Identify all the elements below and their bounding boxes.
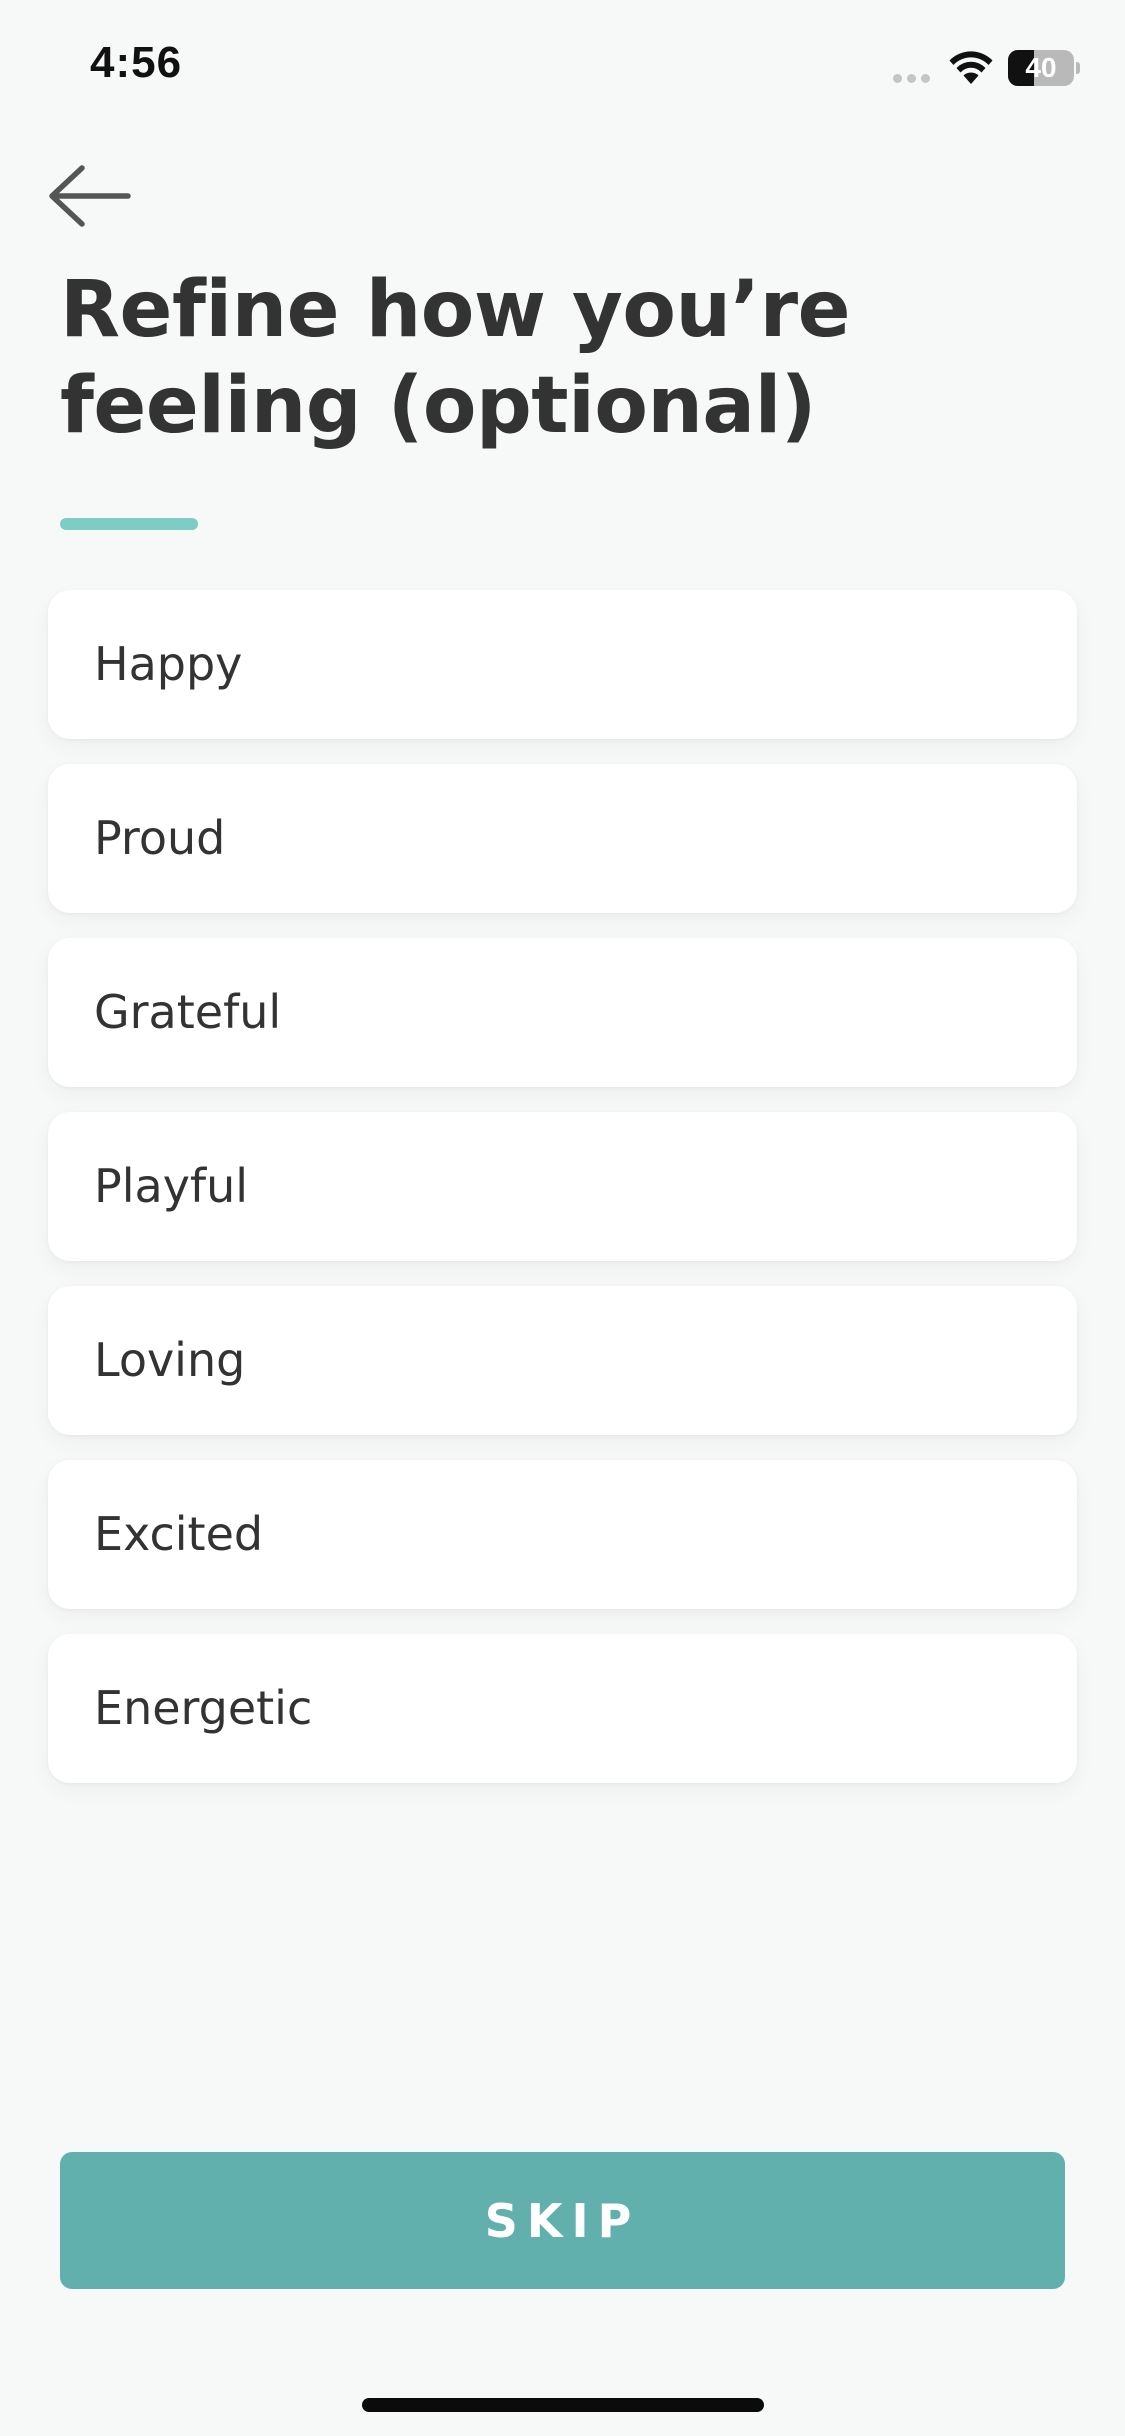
- feeling-options-list: Happy Proud Grateful Playful Loving Exci…: [48, 590, 1077, 1808]
- battery-level: 40: [1025, 52, 1057, 83]
- feeling-option-loving[interactable]: Loving: [48, 1286, 1077, 1435]
- battery-icon: 40: [1008, 50, 1080, 86]
- feeling-option-energetic[interactable]: Energetic: [48, 1634, 1077, 1783]
- skip-button[interactable]: SKIP: [60, 2152, 1065, 2289]
- feeling-option-label: Excited: [94, 1507, 264, 1561]
- feeling-option-label: Happy: [94, 637, 243, 691]
- feeling-option-label: Grateful: [94, 985, 282, 1039]
- feeling-option-happy[interactable]: Happy: [48, 590, 1077, 739]
- feeling-option-playful[interactable]: Playful: [48, 1112, 1077, 1261]
- feeling-option-excited[interactable]: Excited: [48, 1460, 1077, 1609]
- feeling-option-label: Loving: [94, 1333, 246, 1387]
- signal-dots-icon: [893, 74, 933, 84]
- feeling-option-label: Playful: [94, 1159, 249, 1213]
- wifi-icon: [949, 51, 993, 84]
- title-accent-bar: [60, 518, 198, 530]
- feeling-option-label: Proud: [94, 811, 226, 865]
- status-time: 4:56: [90, 38, 183, 87]
- home-indicator[interactable]: [362, 2398, 764, 2412]
- feeling-option-grateful[interactable]: Grateful: [48, 938, 1077, 1087]
- arrow-left-icon: [49, 165, 131, 227]
- page-title: Refine how you’re feeling (optional): [60, 265, 851, 451]
- back-button[interactable]: [40, 160, 140, 232]
- feeling-option-label: Energetic: [94, 1681, 313, 1735]
- feeling-option-proud[interactable]: Proud: [48, 764, 1077, 913]
